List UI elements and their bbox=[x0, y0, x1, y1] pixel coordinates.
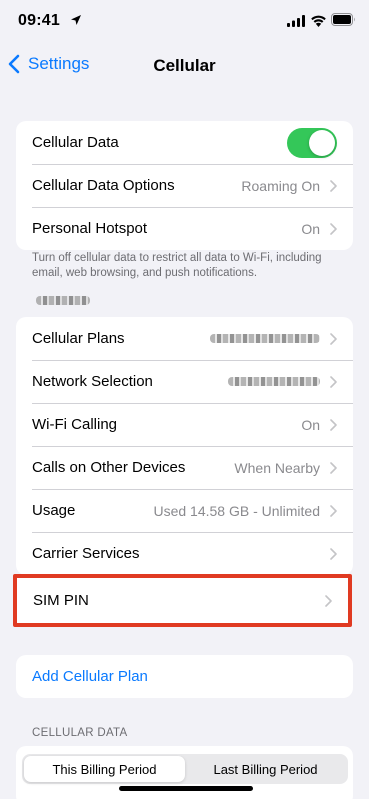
battery-icon bbox=[331, 13, 355, 26]
cellular-plans-row[interactable]: Cellular Plans bbox=[16, 317, 353, 360]
tab-this-billing-period[interactable]: This Billing Period bbox=[24, 756, 185, 782]
status-bar: 09:41 bbox=[0, 0, 369, 44]
personal-hotspot-value: On bbox=[301, 220, 320, 237]
cellular-data-footnote: Turn off cellular data to restrict all d… bbox=[32, 252, 322, 279]
add-cellular-plan-button[interactable]: Add Cellular Plan bbox=[16, 655, 353, 698]
add-plan-group: Add Cellular Plan bbox=[16, 655, 353, 698]
chevron-right-icon bbox=[330, 547, 337, 560]
tab-last-billing-period[interactable]: Last Billing Period bbox=[185, 756, 346, 782]
wifi-calling-label: Wi-Fi Calling bbox=[32, 416, 118, 433]
cellular-data-row: Cellular Data bbox=[16, 121, 353, 164]
sim-pin-label: SIM PIN bbox=[33, 592, 89, 609]
chevron-right-icon bbox=[330, 222, 337, 235]
cellular-data-options-row[interactable]: Cellular Data Options Roaming On bbox=[16, 164, 353, 207]
calls-on-other-devices-label: Calls on Other Devices bbox=[32, 459, 186, 476]
cellular-data-label: Cellular Data bbox=[32, 134, 119, 151]
wifi-calling-row[interactable]: Wi-Fi Calling On bbox=[16, 403, 353, 446]
personal-hotspot-label: Personal Hotspot bbox=[32, 220, 148, 237]
wifi-calling-value: On bbox=[301, 416, 320, 433]
add-cellular-plan-label: Add Cellular Plan bbox=[32, 668, 148, 685]
usage-row[interactable]: Usage Used 14.58 GB - Unlimited bbox=[16, 489, 353, 532]
sim-pin-row[interactable]: SIM PIN bbox=[17, 578, 348, 623]
chevron-right-icon bbox=[330, 179, 337, 192]
redacted-plan-value bbox=[210, 334, 320, 343]
home-indicator bbox=[119, 786, 253, 791]
chevron-right-icon bbox=[330, 504, 337, 517]
calls-on-other-devices-value: When Nearby bbox=[234, 459, 320, 476]
billing-period-segmented-control: This Billing Period Last Billing Period bbox=[22, 754, 348, 784]
wifi-icon bbox=[311, 15, 326, 27]
cellular-plans-label: Cellular Plans bbox=[32, 330, 125, 347]
redacted-carrier-name bbox=[36, 296, 90, 305]
network-selection-row[interactable]: Network Selection bbox=[16, 360, 353, 403]
chevron-right-icon bbox=[330, 332, 337, 345]
cellular-data-options-label: Cellular Data Options bbox=[32, 177, 175, 194]
redacted-network-value bbox=[228, 377, 320, 386]
location-arrow-icon bbox=[71, 15, 81, 25]
cellular-signal-icon bbox=[287, 15, 305, 27]
cellular-data-section-header: CELLULAR DATA bbox=[32, 727, 128, 739]
usage-value: Used 14.58 GB - Unlimited bbox=[153, 502, 320, 519]
cellular-data-group: Cellular Data Cellular Data Options Roam… bbox=[16, 121, 353, 250]
usage-label: Usage bbox=[32, 502, 76, 519]
cellular-data-options-value: Roaming On bbox=[241, 177, 320, 194]
navigation-bar: Settings Cellular bbox=[0, 44, 369, 88]
carrier-settings-group: Cellular Plans Network Selection Wi-Fi C… bbox=[16, 317, 353, 575]
carrier-services-label: Carrier Services bbox=[32, 545, 140, 562]
status-time: 09:41 bbox=[18, 12, 60, 29]
personal-hotspot-row[interactable]: Personal Hotspot On bbox=[16, 207, 353, 250]
chevron-right-icon bbox=[325, 594, 332, 607]
chevron-right-icon bbox=[330, 418, 337, 431]
carrier-services-row[interactable]: Carrier Services bbox=[16, 532, 353, 575]
calls-on-other-devices-row[interactable]: Calls on Other Devices When Nearby bbox=[16, 446, 353, 489]
chevron-right-icon bbox=[330, 461, 337, 474]
toggle-knob bbox=[309, 129, 335, 156]
cellular-data-toggle[interactable] bbox=[287, 127, 337, 158]
page-title: Cellular bbox=[153, 56, 216, 75]
chevron-right-icon bbox=[330, 375, 337, 388]
network-selection-label: Network Selection bbox=[32, 373, 153, 390]
